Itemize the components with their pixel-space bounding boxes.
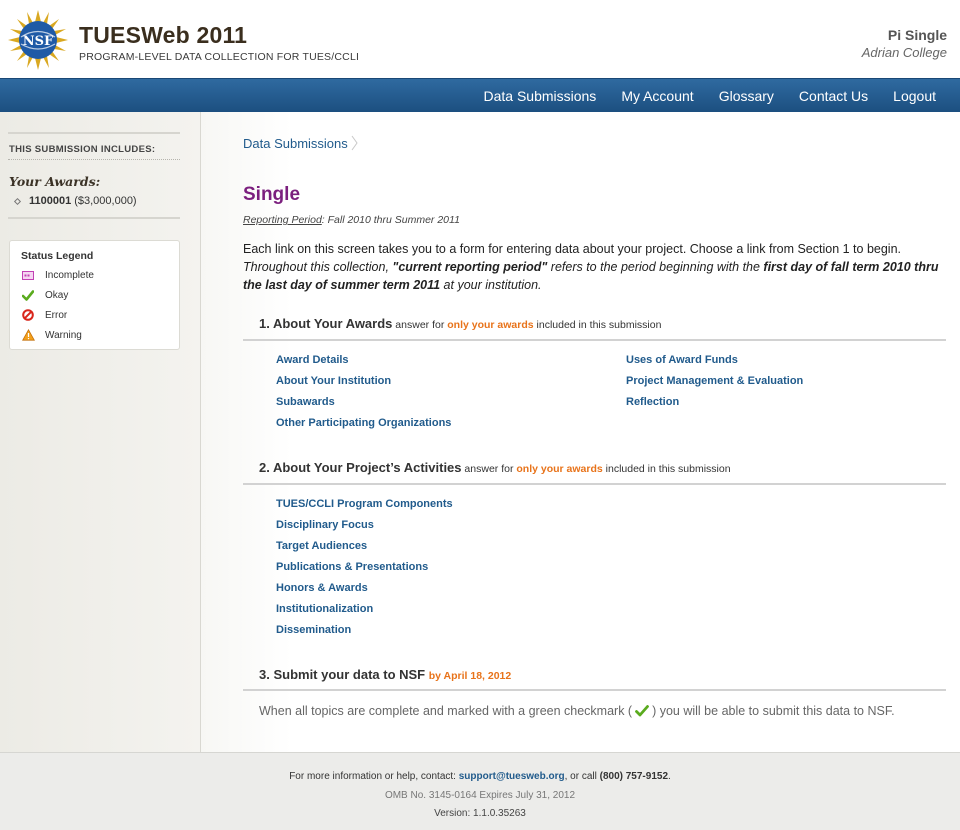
award-amount: ($3,000,000) xyxy=(74,195,137,207)
section-note: included in this submission xyxy=(533,319,662,331)
checkmark-icon xyxy=(21,288,35,302)
reporting-period: Reporting Period: Fall 2010 thru Summer … xyxy=(243,214,460,226)
legend-label: Okay xyxy=(45,289,69,301)
intro-part: refers to the period beginning with the xyxy=(547,260,764,274)
legend-item-error: Error xyxy=(21,305,179,325)
award-id: 1100001 xyxy=(29,195,72,207)
sidebar-divider xyxy=(8,217,180,219)
your-awards-label: Your Awards: xyxy=(9,174,101,189)
link-disciplinary-focus[interactable]: Disciplinary Focus xyxy=(276,519,374,531)
nav-glossary[interactable]: Glossary xyxy=(707,79,786,113)
link-publications-presentations[interactable]: Publications & Presentations xyxy=(276,561,428,573)
link-about-your-institution[interactable]: About Your Institution xyxy=(276,375,391,387)
submit-note-text: ) you will be able to submit this data t… xyxy=(652,704,895,718)
error-icon xyxy=(21,308,35,322)
intro-term: "current reporting period" xyxy=(392,260,548,274)
site-title: TUESWeb 2011 xyxy=(79,22,248,48)
link-program-components[interactable]: TUES/CCLI Program Components xyxy=(276,498,453,510)
link-other-participating-organizations[interactable]: Other Participating Organizations xyxy=(276,417,451,429)
footer-text: . xyxy=(668,771,671,782)
link-target-audiences[interactable]: Target Audiences xyxy=(276,540,367,552)
intro-definition: Throughout this collection, "current rep… xyxy=(243,258,943,294)
legend-label: Incomplete xyxy=(45,269,94,281)
legend-item-okay: Okay xyxy=(21,285,179,305)
intro-part: Throughout this collection, xyxy=(243,260,393,274)
intro-line: Each link on this screen takes you to a … xyxy=(243,242,902,256)
support-phone: (800) 757-9152 xyxy=(599,771,669,782)
reporting-period-value: : Fall 2010 thru Summer 2011 xyxy=(321,214,460,226)
footer-text: For more information or help, contact: xyxy=(289,771,459,782)
section-2-header: 2. About Your Project’s Activities answe… xyxy=(259,460,731,475)
status-legend-title: Status Legend xyxy=(21,250,94,262)
main-content: Data Submissions Single Reporting Period… xyxy=(201,112,960,752)
warning-icon xyxy=(21,328,35,342)
link-reflection[interactable]: Reflection xyxy=(626,396,679,408)
section-title: 1. About Your Awards xyxy=(259,316,393,331)
section-note: included in this submission xyxy=(602,463,731,475)
link-subawards[interactable]: Subawards xyxy=(276,396,335,408)
nav-logout[interactable]: Logout xyxy=(881,79,948,113)
intro-text: Each link on this screen takes you to a … xyxy=(243,240,943,294)
footer: For more information or help, contact: s… xyxy=(0,752,960,830)
nsf-logo-icon[interactable]: NSF xyxy=(8,10,68,70)
section-divider xyxy=(243,483,946,485)
site-subtitle: PROGRAM-LEVEL DATA COLLECTION FOR TUES/C… xyxy=(79,51,360,63)
nav-contact-us[interactable]: Contact Us xyxy=(787,79,880,113)
section-note: answer for xyxy=(461,463,517,475)
legend-item-incomplete: Incomplete xyxy=(21,265,179,285)
sidebar: THIS SUBMISSION INCLUDES: Your Awards: 1… xyxy=(0,112,201,752)
footer-contact: For more information or help, contact: s… xyxy=(0,771,960,782)
legend-item-warning: Warning xyxy=(21,325,179,345)
nav-my-account[interactable]: My Account xyxy=(609,79,705,113)
chevron-right-icon xyxy=(351,135,358,151)
section-divider xyxy=(243,689,946,691)
user-organization: Adrian College xyxy=(861,45,947,60)
breadcrumb: Data Submissions xyxy=(243,135,358,151)
page-title: Single xyxy=(243,184,301,205)
status-legend: Status Legend Incomplete Okay Error Warn… xyxy=(9,240,180,350)
section-divider xyxy=(243,339,946,341)
section-1-header: 1. About Your Awards answer for only you… xyxy=(259,316,661,331)
checkmark-icon xyxy=(635,705,649,717)
submit-note-text: When all topics are complete and marked … xyxy=(259,704,633,718)
link-institutionalization[interactable]: Institutionalization xyxy=(276,603,373,615)
header: NSF TUESWeb 2011 PROGRAM-LEVEL DATA COLL… xyxy=(0,0,960,78)
link-uses-of-award-funds[interactable]: Uses of Award Funds xyxy=(626,354,738,366)
section-3-header: 3. Submit your data to NSF by April 18, … xyxy=(259,667,511,682)
submission-deadline: by April 18, 2012 xyxy=(428,670,512,682)
section-title: 3. Submit your data to NSF xyxy=(259,667,426,682)
breadcrumb-data-submissions[interactable]: Data Submissions xyxy=(243,136,348,151)
reporting-period-label: Reporting Period xyxy=(243,214,322,226)
submission-includes-label: THIS SUBMISSION INCLUDES: xyxy=(8,132,180,160)
section-highlight: only your awards xyxy=(447,319,534,331)
footer-text: , or call xyxy=(564,771,600,782)
legend-label: Error xyxy=(45,309,68,321)
footer-omb: OMB No. 3145-0164 Expires July 31, 2012 xyxy=(384,790,576,801)
link-dissemination[interactable]: Dissemination xyxy=(276,624,351,636)
award-list-item: 1100001 ($3,000,000) xyxy=(13,195,137,207)
logo-text: NSF xyxy=(23,34,54,49)
section-note: answer for xyxy=(392,319,448,331)
incomplete-icon xyxy=(21,268,35,282)
support-email-link[interactable]: support@tuesweb.org xyxy=(459,771,565,782)
main-nav: Data Submissions My Account Glossary Con… xyxy=(0,78,960,112)
link-honors-awards[interactable]: Honors & Awards xyxy=(276,582,368,594)
section-title: 2. About Your Project’s Activities xyxy=(259,460,462,475)
link-project-management-evaluation[interactable]: Project Management & Evaluation xyxy=(626,375,803,387)
legend-label: Warning xyxy=(45,329,82,341)
link-award-details[interactable]: Award Details xyxy=(276,354,349,366)
diamond-bullet-icon xyxy=(13,197,22,205)
footer-version: Version: 1.1.0.35263 xyxy=(434,808,526,819)
user-name: Pi Single xyxy=(887,27,947,43)
section-highlight: only your awards xyxy=(516,463,603,475)
intro-part: at your institution. xyxy=(440,278,542,292)
nav-data-submissions[interactable]: Data Submissions xyxy=(471,79,608,113)
submit-note: When all topics are complete and marked … xyxy=(259,704,895,718)
